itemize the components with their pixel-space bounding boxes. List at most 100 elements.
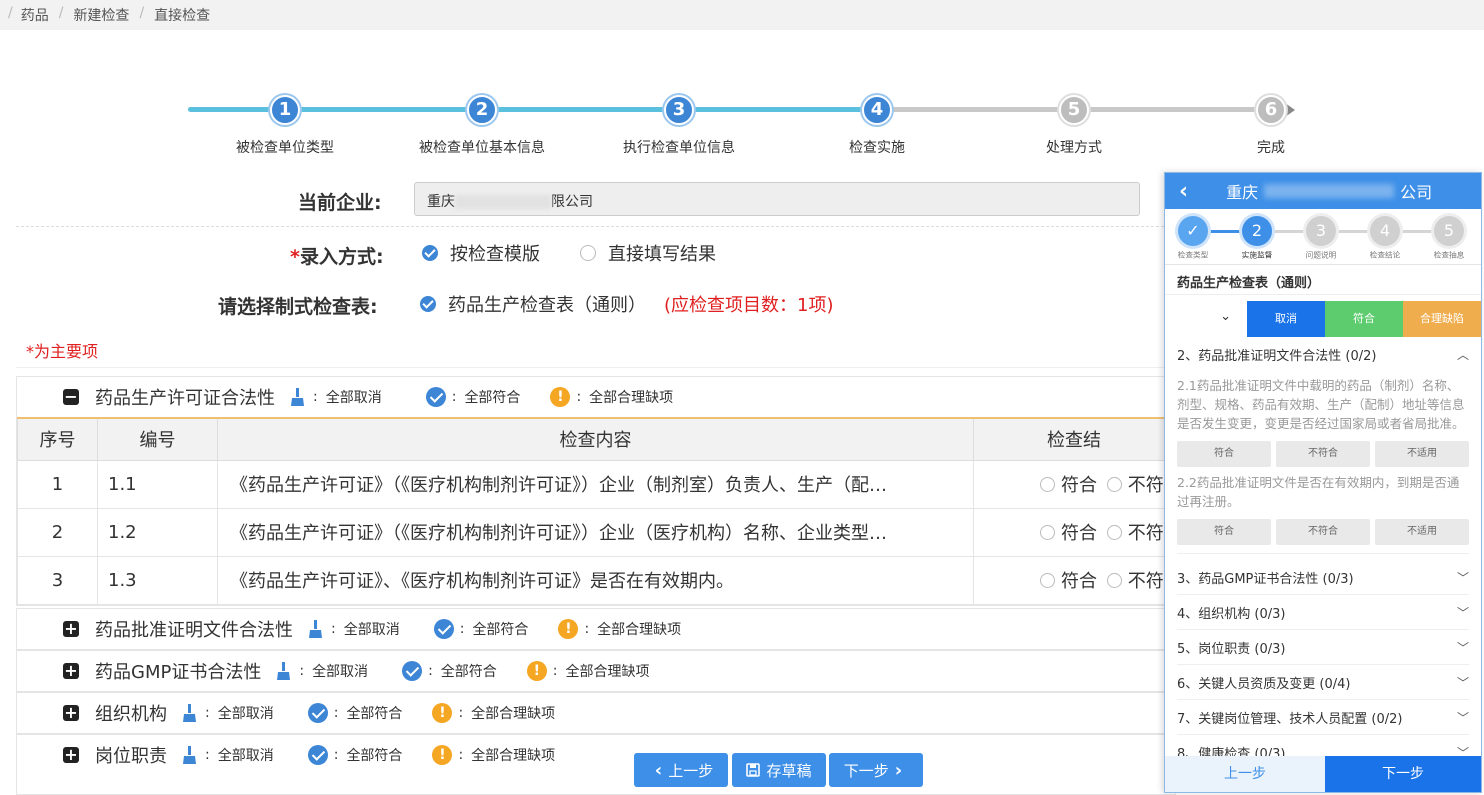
row-result: 符合 不符 bbox=[973, 555, 1175, 605]
all-conform-button[interactable]: : 全部符合 bbox=[307, 745, 403, 765]
radio-by-template[interactable]: 按检查模版 bbox=[422, 240, 540, 266]
section-approval-docs: + 药品批准证明文件合法性 : 全部取消 : 全部符合 ! : 全部合理缺项 bbox=[16, 608, 1176, 650]
filter-cancel-button[interactable]: 取消 bbox=[1247, 301, 1325, 337]
option-conform-button[interactable]: 符合 bbox=[1177, 519, 1271, 545]
action-label: 全部符合 bbox=[346, 706, 403, 722]
step-label: 被检查单位基本信息 bbox=[419, 140, 545, 156]
breadcrumb-item-drug[interactable]: 药品 bbox=[21, 5, 49, 30]
result-nonconform-radio[interactable]: 不符 bbox=[1106, 567, 1164, 593]
all-defect-button[interactable]: ! : 全部合理缺项 bbox=[558, 619, 681, 639]
action-label: 全部符合 bbox=[464, 390, 521, 406]
action-label: 全部取消 bbox=[312, 664, 369, 680]
result-nonconform-radio[interactable]: 不符 bbox=[1106, 471, 1164, 497]
result-nonconform-radio[interactable]: 不符 bbox=[1106, 519, 1164, 545]
next-step-button[interactable]: 下一步 › bbox=[829, 753, 923, 787]
expand-icon[interactable]: + bbox=[63, 621, 79, 637]
button-label: 存草稿 bbox=[766, 761, 812, 780]
chevron-down-icon[interactable]: ⌄ bbox=[1165, 301, 1247, 337]
cancel-all-button[interactable]: : 全部取消 bbox=[307, 619, 400, 639]
row-index: 3 bbox=[17, 555, 98, 605]
all-defect-button[interactable]: ! : 全部合理缺项 bbox=[432, 703, 555, 723]
checklist-name: 药品生产检查表（通则） bbox=[448, 295, 646, 316]
all-conform-button[interactable]: : 全部符合 bbox=[307, 703, 403, 723]
table-row: 1 1.1 《药品生产许可证》（《医疗机构制剂许可证》）企业（制剂室）负责人、生… bbox=[17, 459, 1175, 509]
section-title: 5、岗位职责 (0/3) bbox=[1177, 641, 1286, 657]
expand-icon[interactable]: + bbox=[63, 663, 79, 679]
mobile-section[interactable]: 7、关键岗位管理、技术人员配置 (0/2) ﹀ bbox=[1177, 700, 1469, 735]
option-conform-button[interactable]: 符合 bbox=[1177, 441, 1271, 467]
expand-icon[interactable]: + bbox=[63, 705, 79, 721]
table-row: 3 1.3 《药品生产许可证》、《医疗机构制剂许可证》是否在有效期内。 符合 不… bbox=[17, 555, 1175, 605]
result-conform-radio[interactable]: 符合 bbox=[1040, 567, 1097, 593]
all-defect-button[interactable]: ! : 全部合理缺项 bbox=[550, 387, 673, 407]
radio-checked-icon bbox=[420, 296, 436, 312]
mobile-section[interactable]: 6、关键人员资质及变更 (0/4) ﹀ bbox=[1177, 665, 1469, 700]
colon: : bbox=[313, 389, 318, 405]
col-code: 编号 bbox=[97, 417, 218, 461]
mobile-item-options: 符合 不符合 不适用 bbox=[1177, 519, 1469, 554]
cancel-all-button[interactable]: : 全部取消 bbox=[181, 745, 274, 765]
step-6: 6 完成 bbox=[1181, 95, 1361, 157]
mobile-next-button[interactable]: 下一步 bbox=[1325, 756, 1481, 792]
mobile-section[interactable]: 4、组织机构 (0/3) ﹀ bbox=[1177, 595, 1469, 630]
all-conform-button[interactable]: : 全部符合 bbox=[425, 387, 521, 407]
row-result: 符合 不符 bbox=[973, 507, 1175, 557]
divider bbox=[16, 226, 1164, 227]
mobile-prev-button[interactable]: 上一步 bbox=[1165, 756, 1325, 792]
breadcrumb-item-new-inspection[interactable]: 新建检查 bbox=[73, 5, 129, 30]
section-title: 组织机构 bbox=[95, 704, 167, 725]
radio-label: 符合 bbox=[1061, 475, 1097, 496]
mobile-section[interactable]: 3、药品GMP证书合法性 (0/3) ﹀ bbox=[1177, 560, 1469, 595]
chevron-left-icon: ‹ bbox=[654, 759, 663, 781]
expand-icon[interactable]: + bbox=[63, 747, 79, 763]
all-conform-button[interactable]: : 全部符合 bbox=[402, 661, 497, 681]
button-label: 上一步 bbox=[668, 761, 714, 780]
mobile-section[interactable]: 5、岗位职责 (0/3) ﹀ bbox=[1177, 630, 1469, 665]
action-label: 全部合理缺项 bbox=[597, 622, 682, 638]
colon: : bbox=[459, 621, 465, 637]
section-title: 2、药品批准证明文件合法性 (0/2) bbox=[1177, 349, 1377, 364]
mobile-step: ✓ 检查类型 bbox=[1165, 216, 1223, 261]
chevron-down-icon: ﹀ bbox=[1456, 570, 1469, 585]
cancel-all-button[interactable]: : 全部取消 bbox=[181, 703, 274, 723]
button-label: 下一步 bbox=[843, 761, 889, 780]
result-conform-radio[interactable]: 符合 bbox=[1040, 471, 1097, 497]
colon: : bbox=[428, 663, 433, 679]
back-icon[interactable]: ‹ bbox=[1179, 179, 1188, 204]
all-conform-button[interactable]: : 全部符合 bbox=[433, 619, 528, 639]
action-label: 全部取消 bbox=[343, 622, 400, 638]
save-draft-button[interactable]: 存草稿 bbox=[732, 753, 826, 787]
col-result: 检查结 bbox=[973, 417, 1175, 461]
all-defect-button[interactable]: ! : 全部合理缺项 bbox=[432, 745, 555, 765]
warning-icon: ! bbox=[526, 661, 547, 681]
cancel-all-button[interactable]: : 全部取消 bbox=[275, 661, 368, 681]
all-defect-button[interactable]: ! : 全部合理缺项 bbox=[526, 661, 650, 681]
prev-step-button[interactable]: ‹ 上一步 bbox=[634, 753, 728, 787]
action-label: 全部符合 bbox=[346, 748, 403, 764]
action-label: 全部符合 bbox=[440, 664, 497, 680]
radio-checked-icon bbox=[422, 245, 438, 261]
cancel-all-button[interactable]: : 全部取消 bbox=[289, 387, 382, 407]
broom-icon bbox=[309, 620, 322, 638]
option-na-button[interactable]: 不适用 bbox=[1375, 519, 1469, 545]
row-result: 符合 不符 bbox=[973, 459, 1175, 509]
section-gmp-cert: + 药品GMP证书合法性 : 全部取消 : 全部符合 ! : 全部合理缺项 bbox=[16, 650, 1176, 692]
result-conform-radio[interactable]: 符合 bbox=[1040, 519, 1097, 545]
colon: : bbox=[458, 747, 464, 763]
enterprise-label: 当前企业: bbox=[298, 192, 382, 214]
colon: : bbox=[458, 705, 464, 721]
radio-label: 不符 bbox=[1127, 475, 1164, 496]
step-number: 2 bbox=[467, 95, 497, 125]
collapse-icon[interactable]: − bbox=[63, 389, 79, 405]
divider bbox=[16, 367, 1164, 368]
radio-direct-fill[interactable]: 直接填写结果 bbox=[580, 240, 716, 266]
redacted-block bbox=[455, 195, 551, 209]
option-na-button[interactable]: 不适用 bbox=[1375, 441, 1469, 467]
mobile-section-open[interactable]: 2、药品批准证明文件合法性 (0/2) ︿ bbox=[1177, 337, 1469, 372]
option-nonconform-button[interactable]: 不符合 bbox=[1276, 441, 1370, 467]
checklist-option[interactable]: 药品生产检查表（通则） (应检查项目数：1项) bbox=[420, 291, 834, 317]
row-content: 《药品生产许可证》（《医疗机构制剂许可证》）企业（制剂室）负责人、生产（配… bbox=[217, 459, 974, 509]
option-nonconform-button[interactable]: 不符合 bbox=[1276, 519, 1370, 545]
filter-defect-button[interactable]: 合理缺陷 bbox=[1403, 301, 1481, 337]
filter-conform-button[interactable]: 符合 bbox=[1325, 301, 1403, 337]
